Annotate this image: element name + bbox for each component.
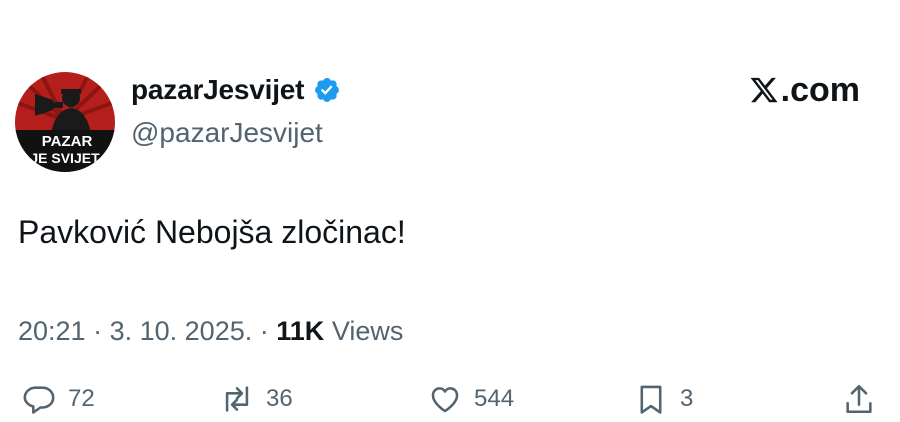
views-count: 11K: [276, 316, 325, 346]
bookmark-icon: [640, 385, 662, 414]
repost-button[interactable]: 36: [220, 382, 293, 416]
avatar-image: PAZAR JE SVIJET: [15, 72, 115, 172]
bookmark-button[interactable]: 3: [634, 382, 693, 416]
author-display-name[interactable]: pazarJesvijet: [131, 72, 304, 108]
meta-separator: ·: [93, 316, 103, 346]
brand-text: .com: [780, 71, 860, 109]
reply-icon: [23, 386, 55, 414]
x-logo-icon: [750, 77, 778, 103]
views-label: Views: [331, 316, 404, 346]
avatar-text-line2: JE SVIJET: [30, 150, 100, 166]
tweet-time[interactable]: 20:21: [18, 316, 86, 346]
tweet-date[interactable]: 3. 10. 2025.: [110, 316, 253, 346]
avatar[interactable]: PAZAR JE SVIJET: [15, 72, 115, 172]
repost-count: 36: [266, 385, 293, 412]
bookmark-count: 3: [680, 385, 694, 412]
reply-button[interactable]: 72: [22, 382, 95, 416]
heart-icon: [431, 387, 459, 413]
verified-badge-icon: [315, 78, 340, 102]
brand: .com: [749, 70, 860, 110]
avatar-text-line1: PAZAR: [42, 133, 93, 150]
share-button[interactable]: [842, 382, 876, 416]
share-icon: [846, 384, 872, 414]
tweet-meta: 20:21 · 3. 10. 2025. · 11K Views: [18, 313, 403, 349]
meta-separator: ·: [259, 316, 269, 346]
like-button[interactable]: 544: [428, 382, 514, 416]
author-name-row[interactable]: pazarJesvijet: [131, 72, 341, 108]
tweet-actions: 72 36 544 3: [0, 382, 900, 422]
like-count: 544: [474, 385, 515, 412]
repost-icon: [225, 386, 249, 412]
reply-count: 72: [68, 385, 95, 412]
author-handle[interactable]: @pazarJesvijet: [131, 115, 323, 151]
tweet-text: Pavković Nebojša zločinac!: [18, 214, 406, 250]
